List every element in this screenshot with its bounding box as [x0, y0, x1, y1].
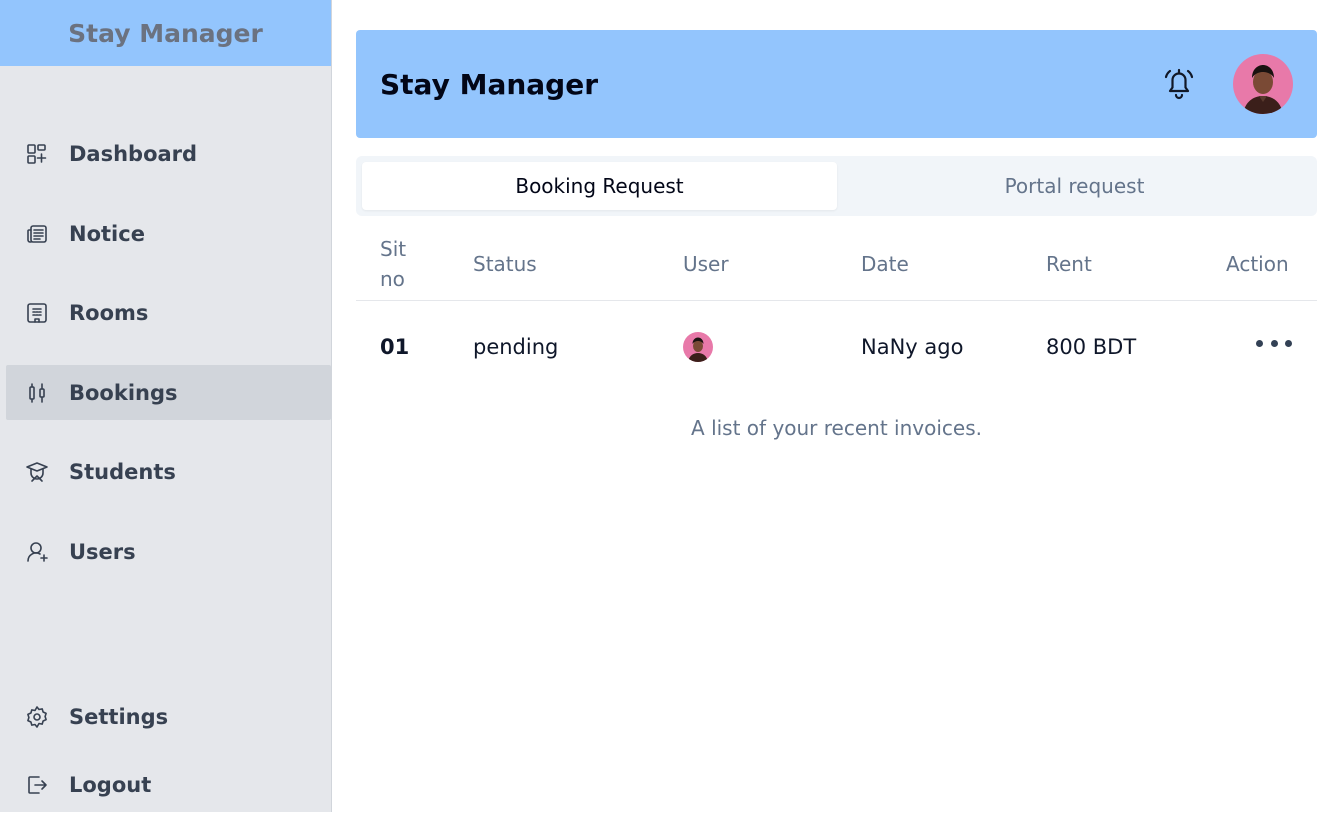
brand-title: Stay Manager [68, 18, 263, 48]
column-header-sit-line1: Sit [380, 237, 407, 261]
sidebar-item-label: Notice [69, 221, 145, 246]
top-header: Stay Manager [356, 30, 1317, 138]
cell-date: NaNy ago [861, 335, 964, 359]
cell-status: pending [473, 335, 559, 359]
column-header-user: User [683, 252, 729, 276]
graduation-cap-icon [25, 460, 49, 484]
dot-icon [1285, 339, 1292, 347]
gear-icon [25, 705, 49, 729]
sidebar-item-settings[interactable]: Settings [6, 689, 331, 744]
column-header-sit-line2: no [380, 267, 405, 291]
dot-icon [1270, 339, 1278, 347]
dashboard-icon [25, 142, 49, 166]
sidebar-item-dashboard[interactable]: Dashboard [6, 126, 331, 181]
column-header-action: Action [1226, 252, 1289, 276]
user-plus-icon [25, 540, 49, 564]
sidebar-item-logout[interactable]: Logout [6, 757, 331, 812]
table-row: 01 pending NaNy ago 800 BDT [356, 301, 1317, 393]
avatar-icon [1243, 65, 1283, 114]
newspaper-icon [25, 222, 49, 246]
sidebar-item-rooms[interactable]: Rooms [6, 285, 331, 340]
sidebar-item-label: Students [69, 459, 176, 484]
tab-booking-request[interactable]: Booking Request [362, 162, 837, 210]
sidebar-item-label: Users [69, 539, 136, 564]
column-header-rent: Rent [1046, 252, 1092, 276]
sidebar-item-label: Bookings [69, 380, 178, 405]
page-title: Stay Manager [380, 67, 599, 101]
cell-user-avatar [683, 332, 713, 362]
avatar-icon [688, 337, 708, 362]
building-icon [25, 301, 49, 325]
sidebar-item-students[interactable]: Students [6, 444, 331, 499]
sidebar-item-users[interactable]: Users [6, 524, 331, 579]
sidebar-item-label: Settings [69, 704, 169, 729]
column-header-sit-no: Sit no [380, 234, 406, 294]
bell-icon[interactable] [1159, 64, 1199, 104]
tab-list: Booking Request Portal request [356, 156, 1317, 216]
table-caption: A list of your recent invoices. [691, 416, 982, 440]
more-actions-button[interactable] [1256, 331, 1292, 355]
column-header-status: Status [473, 252, 537, 276]
sidebar-item-label: Logout [69, 772, 152, 797]
tab-portal-request[interactable]: Portal request [837, 162, 1312, 210]
sidebar-item-bookings[interactable]: Bookings [6, 365, 331, 420]
cell-rent: 800 BDT [1046, 335, 1137, 359]
logout-icon [25, 773, 49, 797]
cell-sit-no: 01 [380, 335, 410, 359]
sidebar-item-label: Dashboard [69, 141, 198, 166]
table-header: Sit no Status User Date Rent Action [356, 230, 1317, 301]
sidebar-item-notice[interactable]: Notice [6, 206, 331, 261]
dot-icon [1256, 339, 1263, 347]
column-header-date: Date [861, 252, 909, 276]
sidebar: Stay Manager Dashboard Notice Rooms Book… [0, 0, 332, 812]
avatar[interactable] [1233, 54, 1293, 114]
candlestick-icon [25, 381, 49, 405]
sidebar-item-label: Rooms [69, 300, 149, 325]
sidebar-brand: Stay Manager [0, 0, 331, 66]
